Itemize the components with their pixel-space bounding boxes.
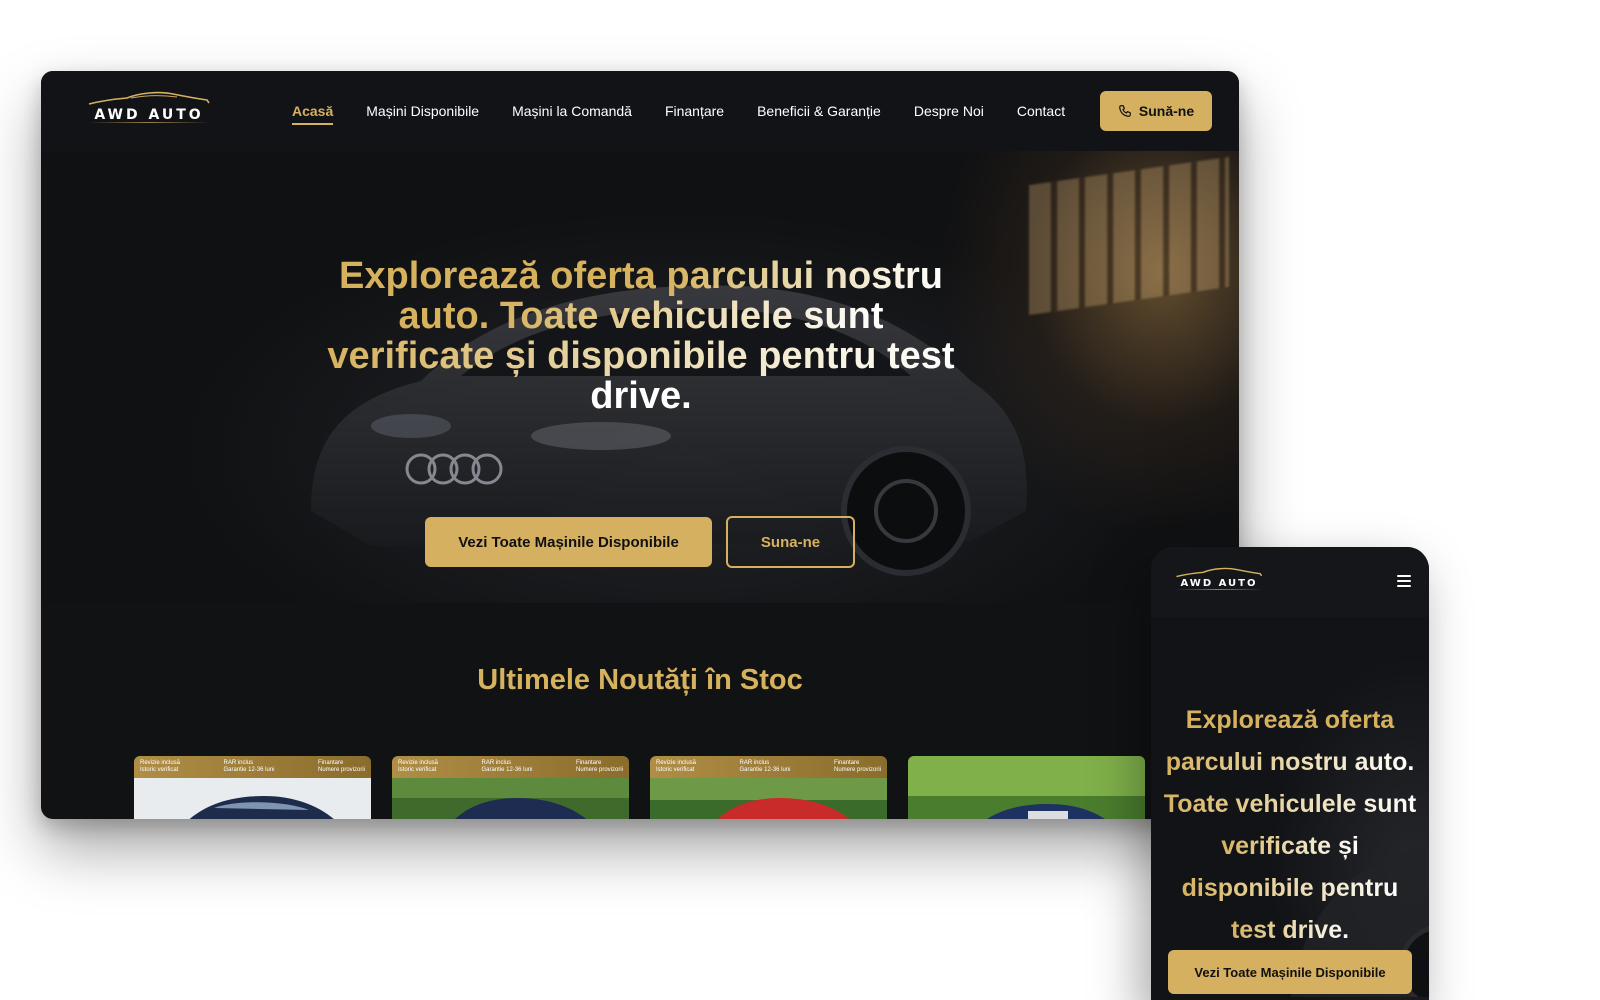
mobile-headline-line-1: Explorează oferta bbox=[1185, 706, 1395, 734]
nav-item-finantare[interactable]: Finanțare bbox=[665, 103, 724, 119]
desktop-preview: AWD AUTO Acasă Mașini Disponibile Mașini… bbox=[41, 71, 1239, 819]
mobile-view-all-cars-button[interactable]: Vezi Toate Mașinile Disponibile bbox=[1168, 950, 1412, 994]
nav-item-beneficii-garantie[interactable]: Beneficii & Garanție bbox=[757, 103, 881, 119]
badge-numere: Numere provizorii bbox=[833, 767, 881, 773]
card-badges: Revizie inclusă Istoric verificat RAR inc… bbox=[134, 756, 371, 778]
latest-stock-heading: Ultimele Noutăți în Stoc bbox=[477, 664, 803, 696]
car-photo bbox=[392, 778, 629, 819]
badge-revizie: Revizie inclusă bbox=[140, 760, 181, 766]
brand-logo[interactable]: AWD AUTO bbox=[87, 91, 211, 123]
nav-item-masini-la-comanda[interactable]: Mașini la Comandă bbox=[512, 103, 632, 119]
logo-text: AWD AUTO bbox=[1180, 578, 1258, 589]
badge-rar: RAR inclus bbox=[739, 760, 770, 766]
badge-istoric: Istoric verificat bbox=[398, 767, 437, 773]
hero-headline-grad-2: Toate vehiculele sunt bbox=[499, 295, 884, 337]
hero-headline: Explorează oferta parcului nostru auto. … bbox=[311, 256, 971, 416]
car-card[interactable]: Revizie inclusă Istoric verificat RAR inc… bbox=[392, 756, 629, 819]
mobile-header: AWD AUTO bbox=[1151, 547, 1429, 617]
mobile-brand-logo[interactable]: AWD AUTO bbox=[1175, 567, 1263, 590]
view-all-cars-button[interactable]: Vezi Toate Mașinile Disponibile bbox=[425, 517, 712, 567]
site-header: AWD AUTO Acasă Mașini Disponibile Mașini… bbox=[41, 71, 1239, 151]
nav-item-masini-disponibile[interactable]: Mașini Disponibile bbox=[366, 103, 479, 119]
car-card[interactable] bbox=[908, 756, 1145, 819]
hero-headline-grad-3: verificate și disponibile pentru test bbox=[327, 335, 955, 377]
hero-headline-end: drive. bbox=[590, 375, 692, 417]
hero-headline-grad-1: parcului nostru bbox=[666, 255, 943, 297]
car-card[interactable]: Revizie inclusă Istoric verificat RAR inc… bbox=[650, 756, 887, 819]
hero-headline-gold-2: auto. bbox=[398, 295, 490, 337]
car-photo bbox=[650, 778, 887, 819]
nav-item-despre-noi[interactable]: Despre Noi bbox=[914, 103, 984, 119]
card-badges: Revizie inclusă Istoric verificat RAR inc… bbox=[650, 756, 887, 778]
badge-garantie: Garantie 12-36 luni bbox=[739, 767, 791, 773]
badge-garantie: Garantie 12-36 luni bbox=[223, 767, 275, 773]
mobile-headline-line-5: disponibile pentru bbox=[1181, 874, 1399, 902]
logo-text: AWD AUTO bbox=[94, 107, 204, 123]
badge-istoric: Istoric verificat bbox=[656, 767, 695, 773]
badge-istoric: Istoric verificat bbox=[140, 767, 179, 773]
logo-underline bbox=[87, 122, 211, 123]
badge-finantare: Finantare bbox=[317, 760, 344, 766]
hero-call-button[interactable]: Suna-ne bbox=[726, 516, 855, 568]
mobile-preview: AWD AUTO Explorează oferta parcului nost… bbox=[1151, 547, 1429, 1000]
hero-section: Explorează oferta parcului nostru auto. … bbox=[41, 151, 1239, 603]
badge-revizie: Revizie inclusă bbox=[398, 760, 439, 766]
badge-numere: Numere provizorii bbox=[575, 767, 623, 773]
mobile-headline-line-6: test drive. bbox=[1230, 916, 1350, 944]
garage-window-light bbox=[1029, 156, 1229, 316]
badge-revizie: Revizie inclusă bbox=[656, 760, 697, 766]
badge-rar: RAR inclus bbox=[223, 760, 254, 766]
hero-headline-gold-1: Explorează oferta bbox=[339, 255, 656, 297]
badge-finantare: Finantare bbox=[833, 760, 860, 766]
menu-icon[interactable] bbox=[1397, 575, 1411, 587]
phone-icon bbox=[1119, 105, 1131, 117]
nav-item-acasa[interactable]: Acasă bbox=[292, 103, 334, 125]
car-silhouette-icon bbox=[88, 91, 210, 105]
car-photo bbox=[134, 778, 371, 819]
badge-numere: Numere provizorii bbox=[317, 767, 365, 773]
mobile-hero: Explorează oferta parcului nostru auto. … bbox=[1151, 617, 1429, 1000]
nav-item-contact[interactable]: Contact bbox=[1017, 103, 1065, 119]
badge-rar: RAR inclus bbox=[481, 760, 512, 766]
badge-finantare: Finantare bbox=[575, 760, 602, 766]
main-nav: Acasă Mașini Disponibile Mașini la Coman… bbox=[292, 71, 1098, 151]
mobile-headline-line-4: verificate și bbox=[1221, 832, 1359, 860]
mobile-headline-line-3: Toate vehiculele sunt bbox=[1163, 790, 1417, 818]
latest-stock-list: Revizie inclusă Istoric verificat RAR inc… bbox=[134, 756, 1145, 819]
badge-garantie: Garantie 12-36 luni bbox=[481, 767, 533, 773]
logo-underline bbox=[1175, 589, 1263, 590]
car-photo bbox=[908, 756, 1145, 819]
card-badges: Revizie inclusă Istoric verificat RAR inc… bbox=[392, 756, 629, 778]
car-card[interactable]: Revizie inclusă Istoric verificat RAR inc… bbox=[134, 756, 371, 819]
call-button[interactable]: Sună-ne bbox=[1100, 91, 1212, 131]
mobile-headline-line-2: parcului nostru auto. bbox=[1165, 748, 1415, 776]
mobile-hero-headline: Explorează oferta parcului nostru auto. … bbox=[1163, 699, 1417, 951]
call-button-label: Sună-ne bbox=[1138, 103, 1195, 119]
